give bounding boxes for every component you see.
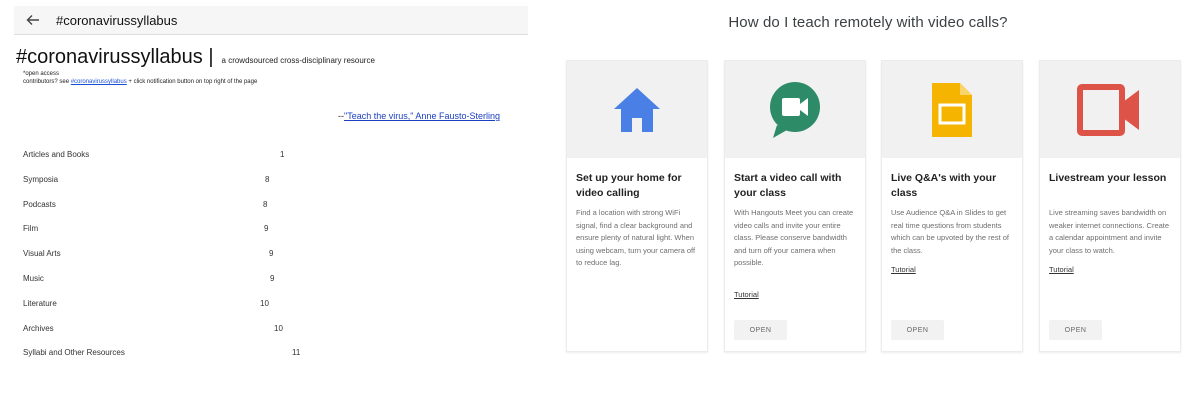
card-live-qa: Live Q&A's with your class Use Audience … <box>881 60 1023 352</box>
card-title: Livestream your lesson <box>1049 172 1167 184</box>
teach-remotely-panel: How do I teach remotely with video calls… <box>540 0 1196 394</box>
toc-page-number: 9 <box>264 224 269 234</box>
doc-header-bar: #coronavirussyllabus <box>14 6 528 35</box>
card-title: Live Q&A's with your class <box>891 172 997 199</box>
doc-title: #coronavirussyllabus | <box>16 46 214 68</box>
toc-label[interactable]: Literature <box>23 299 57 308</box>
toc-page-number: 1 <box>280 150 285 159</box>
card-image <box>1040 61 1180 158</box>
toc-label[interactable]: Syllabi and Other Resources <box>23 348 125 357</box>
toc-row[interactable]: Symposia 8 <box>22 175 322 200</box>
card-title: Start a video call with your class <box>734 172 842 199</box>
hashtag-link[interactable]: #coronavirussyllabus <box>71 79 127 85</box>
document-panel: #coronavirussyllabus #coronavirussyllabu… <box>0 0 540 394</box>
toc-row[interactable]: Archives 10 <box>22 324 322 349</box>
card-home-setup: Set up your home for video calling Find … <box>566 60 708 352</box>
open-access-note: *open access <box>23 71 60 77</box>
tutorial-link[interactable]: Tutorial <box>891 265 916 274</box>
doc-note: *open access contributors? see #coronavi… <box>23 70 257 86</box>
card-body: Find a location with strong WiFi signal,… <box>576 208 696 267</box>
toc-row[interactable]: Literature 10 <box>22 299 322 324</box>
toc-row[interactable]: Syllabi and Other Resources 11 <box>22 348 322 373</box>
toc-label[interactable]: Visual Arts <box>23 249 61 258</box>
contributors-suffix: + click notification button on top right… <box>126 79 258 85</box>
contributors-prefix: contributors? see <box>23 79 71 85</box>
toc-page-number: 9 <box>270 273 275 283</box>
tutorial-link[interactable]: Tutorial <box>1049 265 1074 274</box>
card-image <box>725 61 865 158</box>
header-title: #coronavirussyllabus <box>56 12 178 28</box>
card-body: With Hangouts Meet you can create video … <box>734 208 854 267</box>
tutorial-link[interactable]: Tutorial <box>734 290 759 299</box>
card-video-call: Start a video call with your class With … <box>724 60 866 352</box>
toc-label[interactable]: Film <box>23 224 38 233</box>
toc-page-number: 11 <box>292 348 301 358</box>
toc-label[interactable]: Podcasts <box>23 200 56 209</box>
section-heading: How do I teach remotely with video calls… <box>728 14 1008 31</box>
card-image <box>567 61 707 158</box>
card-body: Use Audience Q&A in Slides to get real t… <box>891 208 1009 255</box>
quote: --"Teach the virus," Anne Fausto-Sterlin… <box>338 111 500 121</box>
video-camera-icon <box>1077 83 1139 136</box>
toc-page-number: 8 <box>265 174 270 184</box>
arrow-left-icon <box>26 15 39 25</box>
toc-row[interactable]: Articles and Books 1 <box>22 150 322 175</box>
toc-label[interactable]: Articles and Books <box>23 150 89 159</box>
toc-page-number: 8 <box>263 199 268 209</box>
toc-label[interactable]: Music <box>23 274 44 283</box>
toc-page-number: 9 <box>269 249 274 259</box>
toc-row[interactable]: Podcasts 8 <box>22 200 322 225</box>
slides-icon <box>932 82 972 137</box>
table-of-contents: Articles and Books 1 Symposia 8 Podcasts… <box>22 150 322 373</box>
back-button[interactable] <box>18 6 48 34</box>
open-button[interactable]: OPEN <box>891 320 944 340</box>
toc-page-number: 10 <box>274 323 283 333</box>
quote-link[interactable]: "Teach the virus," Anne Fausto-Sterling <box>344 111 500 121</box>
toc-label[interactable]: Archives <box>23 324 54 333</box>
card-title: Set up your home for video calling <box>576 172 682 199</box>
toc-page-number: 10 <box>260 298 269 308</box>
contributors-note: contributors? see #coronavirussyllabus +… <box>23 78 257 86</box>
card-body: Live streaming saves bandwidth on weaker… <box>1049 208 1170 255</box>
toc-row[interactable]: Music 9 <box>22 274 322 299</box>
doc-subtitle: a crowdsourced cross-disciplinary resour… <box>221 56 375 65</box>
home-icon <box>614 87 660 132</box>
toc-row[interactable]: Film 9 <box>22 224 322 249</box>
meet-icon <box>770 81 820 138</box>
open-button[interactable]: OPEN <box>1049 320 1102 340</box>
doc-title-row: #coronavirussyllabus | a crowdsourced cr… <box>16 46 375 69</box>
open-button[interactable]: OPEN <box>734 320 787 340</box>
card-image <box>882 61 1022 158</box>
toc-row[interactable]: Visual Arts 9 <box>22 249 322 274</box>
toc-label[interactable]: Symposia <box>23 175 58 184</box>
card-livestream: Livestream your lesson Live streaming sa… <box>1039 60 1181 352</box>
